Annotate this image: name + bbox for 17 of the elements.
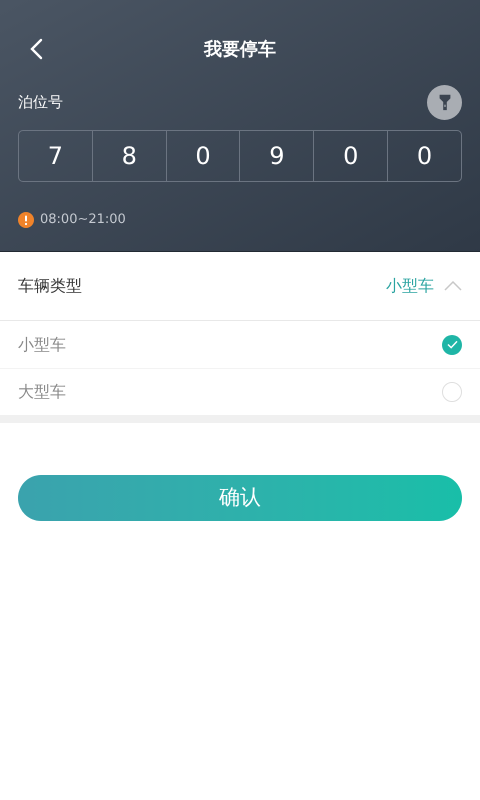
flashlight-icon[interactable] — [427, 84, 462, 120]
digit-cell: 9 — [239, 131, 314, 181]
warning-icon — [18, 212, 34, 228]
business-hours: 08:00~21:00 — [40, 211, 126, 229]
digit-cell: 0 — [313, 131, 388, 181]
page-title: 我要停车 — [204, 38, 276, 62]
confirm-button[interactable]: 确认 — [18, 475, 462, 521]
digit-cell: 0 — [387, 131, 461, 181]
berth-label: 泊位号 — [18, 92, 63, 113]
berth-number-field[interactable]: 7 8 0 9 0 0 — [18, 130, 462, 182]
vehicle-option[interactable]: 大型车 — [0, 368, 480, 415]
digit-cell: 8 — [92, 131, 166, 181]
digit-cell: 0 — [166, 131, 240, 181]
vehicle-type-dropdown[interactable]: 车辆类型 小型车 — [0, 252, 480, 321]
vehicle-option[interactable]: 小型车 — [0, 321, 480, 368]
digit-cell-text: 7 — [46, 141, 64, 172]
chevron-icon — [444, 281, 462, 291]
